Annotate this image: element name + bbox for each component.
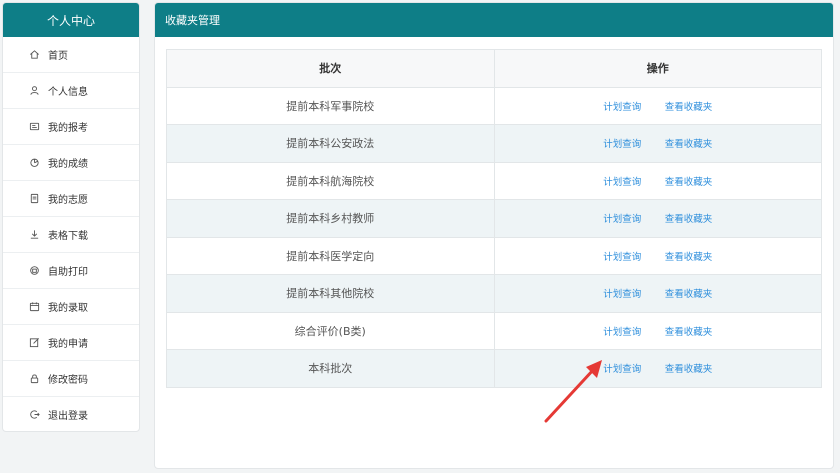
view-favorites-link[interactable]: 查看收藏夹 — [665, 177, 713, 188]
view-favorites-link[interactable]: 查看收藏夹 — [665, 139, 713, 150]
plan-query-link[interactable]: 计划查询 — [603, 252, 641, 263]
sidebar-item-change-password[interactable]: 修改密码 — [3, 361, 139, 397]
batch-cell: 提前本科公安政法 — [166, 124, 495, 163]
sidebar-item-preferences[interactable]: 我的志愿 — [3, 181, 139, 217]
main-panel: 收藏夹管理 批次 操作 提前本科军事院校 计划查询 查看收藏夹 提前本科公安政法… — [154, 2, 834, 469]
plan-query-link[interactable]: 计划查询 — [603, 289, 641, 300]
favorites-table-wrapper: 批次 操作 提前本科军事院校 计划查询 查看收藏夹 提前本科公安政法 计划查询 — [166, 49, 822, 388]
calendar-icon — [27, 300, 41, 314]
sidebar-item-print[interactable]: 自助打印 — [3, 253, 139, 289]
table-row: 综合评价(B类) 计划查询 查看收藏夹 — [166, 311, 822, 350]
id-card-icon — [27, 120, 41, 134]
batch-cell: 综合评价(B类) — [166, 311, 495, 350]
sidebar-item-admission[interactable]: 我的录取 — [3, 289, 139, 325]
sidebar-title: 个人中心 — [3, 3, 139, 37]
table-row: 提前本科医学定向 计划查询 查看收藏夹 — [166, 236, 822, 275]
view-favorites-link[interactable]: 查看收藏夹 — [665, 252, 713, 263]
actions-cell: 计划查询 查看收藏夹 — [493, 124, 822, 163]
sidebar-item-label: 我的报考 — [48, 123, 88, 134]
favorites-table: 批次 操作 提前本科军事院校 计划查询 查看收藏夹 提前本科公安政法 计划查询 — [166, 49, 822, 388]
table-row: 提前本科其他院校 计划查询 查看收藏夹 — [166, 274, 822, 313]
page-title: 收藏夹管理 — [155, 3, 833, 37]
batch-cell: 提前本科医学定向 — [166, 236, 495, 275]
batch-cell: 提前本科其他院校 — [166, 274, 495, 313]
actions-cell: 计划查询 查看收藏夹 — [493, 274, 822, 313]
sidebar-item-registration[interactable]: 我的报考 — [3, 109, 139, 145]
plan-query-link[interactable]: 计划查询 — [603, 102, 641, 113]
table-row: 提前本科航海院校 计划查询 查看收藏夹 — [166, 161, 822, 200]
sidebar-item-label: 首页 — [48, 51, 68, 62]
home-icon — [27, 48, 41, 62]
user-icon — [27, 84, 41, 98]
printer-icon — [27, 264, 41, 278]
batch-cell: 本科批次 — [166, 349, 495, 388]
actions-cell: 计划查询 查看收藏夹 — [493, 161, 822, 200]
table-row: 本科批次 计划查询 查看收藏夹 — [166, 349, 822, 388]
edit-icon — [27, 336, 41, 350]
batch-cell: 提前本科乡村教师 — [166, 199, 495, 238]
sidebar-item-scores[interactable]: 我的成绩 — [3, 145, 139, 181]
pie-chart-icon — [27, 156, 41, 170]
sidebar-item-label: 自助打印 — [48, 267, 88, 278]
column-header-actions: 操作 — [493, 49, 822, 88]
sidebar-item-label: 我的申请 — [48, 339, 88, 350]
download-icon — [27, 228, 41, 242]
plan-query-link[interactable]: 计划查询 — [603, 139, 641, 150]
table-header-row: 批次 操作 — [166, 49, 822, 88]
table-row: 提前本科军事院校 计划查询 查看收藏夹 — [166, 86, 822, 125]
sidebar-item-label: 表格下载 — [48, 231, 88, 242]
actions-cell: 计划查询 查看收藏夹 — [493, 311, 822, 350]
view-favorites-link[interactable]: 查看收藏夹 — [665, 327, 713, 338]
actions-cell: 计划查询 查看收藏夹 — [493, 236, 822, 275]
batch-cell: 提前本科航海院校 — [166, 161, 495, 200]
plan-query-link[interactable]: 计划查询 — [603, 177, 641, 188]
view-favorites-link[interactable]: 查看收藏夹 — [665, 214, 713, 225]
view-favorites-link[interactable]: 查看收藏夹 — [665, 289, 713, 300]
actions-cell: 计划查询 查看收藏夹 — [493, 349, 822, 388]
sidebar-item-applications[interactable]: 我的申请 — [3, 325, 139, 361]
sidebar-item-label: 我的成绩 — [48, 159, 88, 170]
table-row: 提前本科公安政法 计划查询 查看收藏夹 — [166, 124, 822, 163]
sidebar-item-profile[interactable]: 个人信息 — [3, 73, 139, 109]
lock-icon — [27, 372, 41, 386]
sidebar-item-logout[interactable]: 退出登录 — [3, 397, 139, 431]
plan-query-link[interactable]: 计划查询 — [603, 364, 641, 375]
table-row: 提前本科乡村教师 计划查询 查看收藏夹 — [166, 199, 822, 238]
column-header-batch: 批次 — [166, 49, 495, 88]
sidebar-item-label: 我的志愿 — [48, 195, 88, 206]
sidebar-item-home[interactable]: 首页 — [3, 37, 139, 73]
batch-cell: 提前本科军事院校 — [166, 86, 495, 125]
sidebar-item-label: 我的录取 — [48, 303, 88, 314]
plan-query-link[interactable]: 计划查询 — [603, 327, 641, 338]
document-icon — [27, 192, 41, 206]
plan-query-link[interactable]: 计划查询 — [603, 214, 641, 225]
view-favorites-link[interactable]: 查看收藏夹 — [665, 364, 713, 375]
sidebar-item-label: 退出登录 — [48, 411, 88, 422]
sidebar-item-label: 修改密码 — [48, 375, 88, 386]
logout-icon — [27, 408, 41, 422]
sidebar-item-downloads[interactable]: 表格下载 — [3, 217, 139, 253]
actions-cell: 计划查询 查看收藏夹 — [493, 199, 822, 238]
actions-cell: 计划查询 查看收藏夹 — [493, 86, 822, 125]
sidebar: 个人中心 首页 个人信息 我的报考 我的成绩 我的志愿 表格下载 自助打印 我的… — [2, 2, 140, 432]
view-favorites-link[interactable]: 查看收藏夹 — [665, 102, 713, 113]
sidebar-item-label: 个人信息 — [48, 87, 88, 98]
